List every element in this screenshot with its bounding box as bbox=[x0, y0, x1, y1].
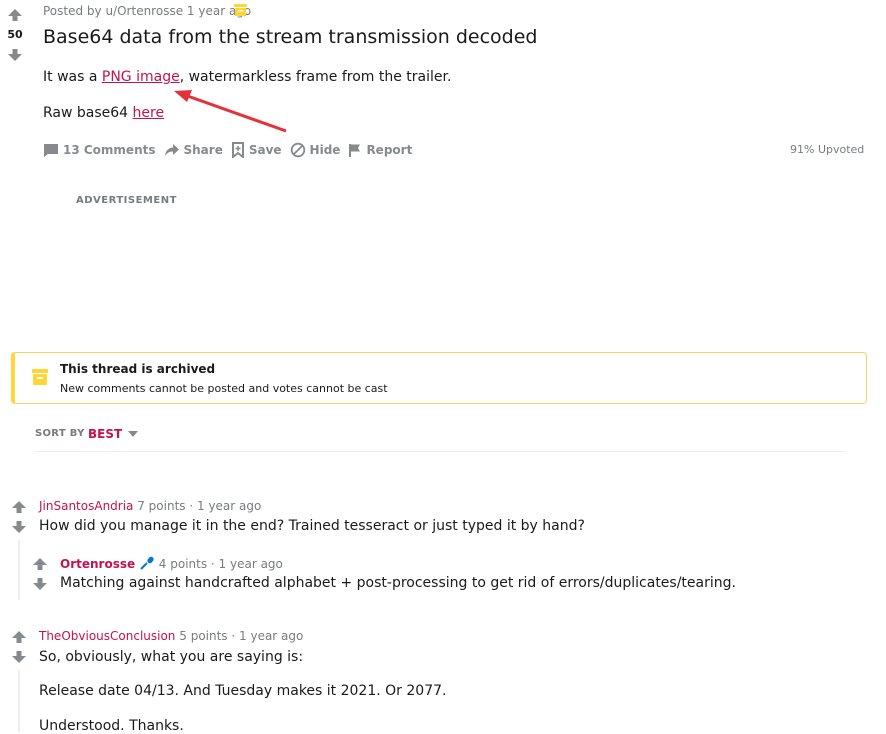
hide-label: Hide bbox=[309, 143, 341, 157]
comments-button[interactable]: 13 Comments bbox=[43, 143, 156, 158]
post-action-bar: 13 Comments Share Save Hide Report bbox=[43, 141, 420, 159]
post-body-prefix: It was a bbox=[43, 69, 102, 85]
hide-icon bbox=[290, 142, 305, 158]
comment-upvote-icon[interactable] bbox=[32, 557, 48, 571]
share-button[interactable]: Share bbox=[164, 143, 223, 158]
here-link[interactable]: here bbox=[133, 105, 165, 121]
comment-icon bbox=[44, 143, 58, 157]
comment-body: Matching against handcrafted alphabet + … bbox=[60, 575, 736, 591]
comment-body: How did you manage it in the end? Traine… bbox=[39, 518, 585, 534]
raw-base64-label: Raw base64 bbox=[43, 105, 133, 121]
thread-line[interactable] bbox=[18, 540, 20, 600]
thread-line[interactable] bbox=[18, 670, 20, 732]
comment-downvote-icon[interactable] bbox=[32, 577, 48, 591]
archived-title: This thread is archived bbox=[60, 362, 216, 376]
post-meta: Posted by u/Ortenrosse 1 year ago bbox=[43, 4, 251, 18]
archived-subtitle: New comments cannot be posted and votes … bbox=[60, 382, 388, 395]
post-score: 50 bbox=[7, 28, 23, 41]
upvote-ratio: 91% Upvoted bbox=[790, 143, 865, 156]
comment-meta: TheObviousConclusion 5 points · 1 year a… bbox=[39, 629, 304, 643]
archive-box-icon bbox=[32, 369, 48, 385]
comment-meta: Ortenrosse 4 points · 1 year ago bbox=[60, 556, 283, 571]
report-button[interactable]: Report bbox=[348, 143, 412, 158]
post-body-line-1: It was a PNG image, watermarkless frame … bbox=[43, 69, 451, 85]
microphone-icon bbox=[140, 556, 154, 570]
comments-divider bbox=[35, 451, 845, 452]
png-image-link[interactable]: PNG image bbox=[102, 69, 180, 85]
save-label: Save bbox=[248, 143, 282, 157]
post-body-line-2: Raw base64 here bbox=[43, 105, 164, 121]
comment-points: 5 points bbox=[179, 629, 228, 643]
comment-upvote-icon[interactable] bbox=[11, 500, 27, 514]
comment-age[interactable]: 1 year ago bbox=[197, 499, 261, 513]
hide-button[interactable]: Hide bbox=[290, 142, 341, 158]
archived-banner bbox=[11, 352, 867, 404]
comment-author[interactable]: TheObviousConclusion bbox=[39, 629, 175, 643]
advertisement-label: ADVERTISEMENT bbox=[76, 195, 177, 206]
comment-age[interactable]: 1 year ago bbox=[219, 557, 283, 571]
save-button[interactable]: Save bbox=[231, 142, 282, 158]
comment-body-line-2: Release date 04/13. And Tuesday makes it… bbox=[39, 683, 447, 699]
share-icon bbox=[164, 143, 179, 156]
sort-dropdown[interactable]: BEST bbox=[88, 427, 122, 441]
comment-points: 7 points bbox=[137, 499, 186, 513]
posted-by[interactable]: Posted by u/Ortenrosse bbox=[43, 4, 183, 18]
flag-icon bbox=[349, 143, 361, 157]
comment-author[interactable]: Ortenrosse bbox=[60, 557, 135, 571]
chevron-down-icon[interactable] bbox=[128, 431, 138, 437]
post-body-suffix: , watermarkless frame from the trailer. bbox=[179, 69, 452, 85]
bookmark-icon bbox=[231, 142, 244, 158]
comment-body-line-1: So, obviously, what you are saying is: bbox=[39, 649, 304, 665]
comments-count: 13 Comments bbox=[63, 143, 156, 157]
comment-author[interactable]: JinSantosAndria bbox=[39, 499, 133, 513]
sort-value: BEST bbox=[88, 427, 123, 441]
share-label: Share bbox=[183, 143, 223, 157]
downvote-arrow-icon[interactable] bbox=[7, 48, 23, 62]
comment-upvote-icon[interactable] bbox=[11, 630, 27, 644]
comment-points: 4 points bbox=[158, 557, 208, 571]
comment-downvote-icon[interactable] bbox=[11, 650, 27, 664]
report-label: Report bbox=[366, 143, 413, 157]
sort-by-label: SORT BY bbox=[35, 428, 85, 439]
upvote-arrow-icon[interactable] bbox=[7, 8, 23, 22]
comment-downvote-icon[interactable] bbox=[11, 520, 27, 534]
comment-age[interactable]: 1 year ago bbox=[239, 629, 303, 643]
annotation-arrow bbox=[174, 90, 287, 133]
archive-icon bbox=[234, 4, 247, 16]
post-title[interactable]: Base64 data from the stream transmission… bbox=[43, 26, 537, 48]
comment-meta: JinSantosAndria 7 points · 1 year ago bbox=[39, 499, 262, 513]
